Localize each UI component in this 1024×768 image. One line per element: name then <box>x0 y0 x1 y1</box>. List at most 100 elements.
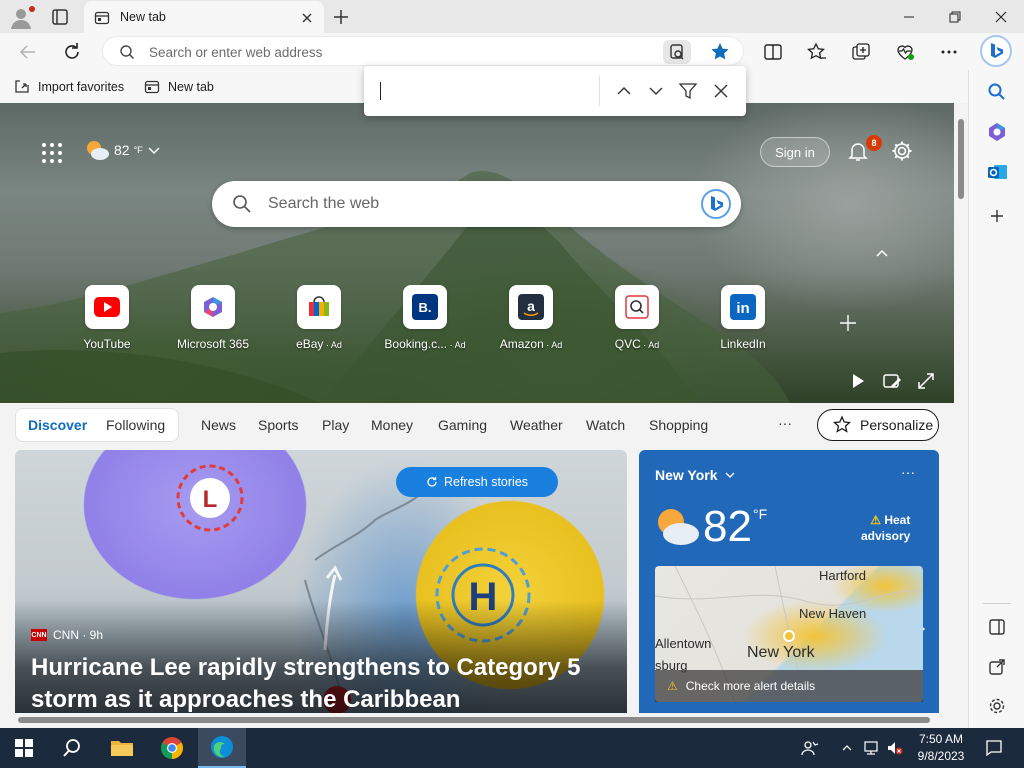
tray-overflow-button[interactable] <box>836 728 858 768</box>
tab-money[interactable]: Money <box>371 417 413 433</box>
tray-network-button[interactable] <box>860 728 882 768</box>
quick-link-amazon[interactable]: a Amazon · Ad <box>486 285 576 351</box>
taskbar-file-explorer[interactable] <box>98 728 146 768</box>
sign-in-button[interactable]: Sign in <box>760 137 830 167</box>
minimize-button[interactable] <box>886 0 932 33</box>
add-quick-link-button[interactable] <box>836 311 860 335</box>
weather-card[interactable]: New York ··· 82 °F ⚠ Heat advisory Hartf… <box>639 450 939 713</box>
sidebar-open-external-button[interactable] <box>985 655 1009 679</box>
bing-chat-button[interactable] <box>700 188 732 220</box>
tab-news[interactable]: News <box>201 417 236 433</box>
taskbar-chrome[interactable] <box>148 728 196 768</box>
tab-shopping[interactable]: Shopping <box>649 417 708 433</box>
tray-volume-button[interactable] <box>884 728 906 768</box>
sidebar-microsoft-365-button[interactable] <box>985 120 1009 144</box>
tab-close-button[interactable] <box>298 9 316 27</box>
weather-unit: °F <box>133 145 143 155</box>
expand-background-button[interactable] <box>916 371 936 391</box>
sidebar-hide-button[interactable] <box>985 615 1009 639</box>
taskbar-search-button[interactable] <box>48 728 96 768</box>
browser-essentials-button[interactable] <box>894 41 916 63</box>
background-edit-button[interactable] <box>882 371 902 391</box>
alert-details-link[interactable]: ⚠ Check more alert details <box>655 670 923 702</box>
heat-advisory-link[interactable]: ⚠ Heat advisory <box>861 512 910 544</box>
restore-button[interactable] <box>932 0 978 33</box>
top-story-card[interactable]: L H Refresh stories CNN CNN · 9h Hurrica… <box>15 450 627 713</box>
tab-actions-button[interactable] <box>48 6 72 28</box>
split-screen-button[interactable] <box>762 41 784 63</box>
edge-icon <box>211 736 233 758</box>
favorites-button[interactable] <box>806 41 828 63</box>
address-input[interactable] <box>149 42 649 62</box>
collapse-quick-links-button[interactable] <box>872 245 892 261</box>
play-icon <box>853 374 864 388</box>
favorites-item-import[interactable]: Import favorites <box>14 76 124 98</box>
find-next-button[interactable] <box>646 81 666 101</box>
quick-link-microsoft-365[interactable]: Microsoft 365 <box>168 285 258 351</box>
notification-center-button[interactable] <box>974 728 1014 768</box>
scrollbar-thumb[interactable] <box>958 119 964 199</box>
new-tab-button[interactable] <box>330 6 352 28</box>
quick-link-label: YouTube <box>83 337 131 351</box>
close-window-button[interactable] <box>978 0 1024 33</box>
scrollbar-thumb[interactable] <box>18 717 930 723</box>
profile-button[interactable] <box>8 4 36 30</box>
story-headline[interactable]: Hurricane Lee rapidly strengthens to Cat… <box>31 652 621 713</box>
find-previous-button[interactable] <box>614 81 634 101</box>
tab-weather[interactable]: Weather <box>510 417 563 433</box>
sidebar-search-button[interactable] <box>985 80 1009 104</box>
back-button[interactable] <box>16 40 40 64</box>
tab-watch[interactable]: Watch <box>586 417 625 433</box>
web-search-box[interactable] <box>212 181 741 227</box>
star-filled-icon <box>711 43 729 60</box>
quick-link-qvc[interactable]: QVC · Ad <box>592 285 682 351</box>
quick-link-ebay[interactable]: eBay · Ad <box>274 285 364 351</box>
tray-people-button[interactable] <box>788 728 832 768</box>
play-background-video-button[interactable] <box>848 371 868 391</box>
quick-link-booking[interactable]: B. Booking.c... · Ad <box>380 285 470 351</box>
tab-following[interactable]: Following <box>106 417 165 433</box>
favorites-item-new-tab[interactable]: New tab <box>144 76 214 98</box>
vertical-scrollbar[interactable] <box>954 103 968 713</box>
cnn-logo-icon: CNN <box>31 629 47 641</box>
find-options-button[interactable] <box>678 81 698 101</box>
find-close-button[interactable] <box>711 81 731 101</box>
ebay-bag-icon <box>297 285 341 329</box>
svg-text:in: in <box>736 300 749 317</box>
sidebar-outlook-button[interactable] <box>985 160 1009 184</box>
add-favorite-button[interactable] <box>709 41 731 63</box>
weather-location-selector[interactable]: New York <box>655 467 736 483</box>
apps-launcher-button[interactable] <box>40 141 64 165</box>
copilot-button[interactable] <box>980 35 1012 67</box>
tab-gaming[interactable]: Gaming <box>438 417 487 433</box>
find-on-page-button[interactable] <box>663 40 691 64</box>
find-bar <box>364 66 746 116</box>
tab-new-tab[interactable]: New tab <box>84 1 324 34</box>
filter-icon <box>678 83 698 100</box>
start-button[interactable] <box>0 728 48 768</box>
refresh-button[interactable] <box>60 40 84 64</box>
sidebar-add-button[interactable] <box>985 204 1009 228</box>
page-settings-button[interactable] <box>890 139 914 163</box>
refresh-stories-button[interactable]: Refresh stories <box>396 467 558 497</box>
taskbar-edge[interactable] <box>198 728 246 768</box>
tab-sports[interactable]: Sports <box>258 417 298 433</box>
tray-clock[interactable]: 7:50 AM 9/8/2023 <box>912 731 970 765</box>
horizontal-scrollbar[interactable] <box>0 713 968 728</box>
feed-more-button[interactable]: ··· <box>778 415 792 431</box>
collections-button[interactable] <box>850 41 872 63</box>
address-bar[interactable] <box>102 36 744 66</box>
quick-link-youtube[interactable]: YouTube <box>62 285 152 351</box>
weather-widget-button[interactable]: 82 °F <box>84 137 161 163</box>
personalize-button[interactable]: Personalize <box>817 409 939 441</box>
tab-play[interactable]: Play <box>322 417 349 433</box>
web-search-input[interactable] <box>268 193 668 215</box>
find-input[interactable] <box>380 82 381 100</box>
settings-more-button[interactable] <box>938 41 960 63</box>
favorites-star-icon <box>807 42 826 60</box>
close-icon <box>302 13 312 23</box>
quick-link-linkedin[interactable]: in LinkedIn <box>698 285 788 351</box>
tab-discover[interactable]: Discover <box>28 417 87 433</box>
weather-more-button[interactable]: ··· <box>901 464 915 480</box>
sidebar-settings-button[interactable] <box>985 694 1009 718</box>
